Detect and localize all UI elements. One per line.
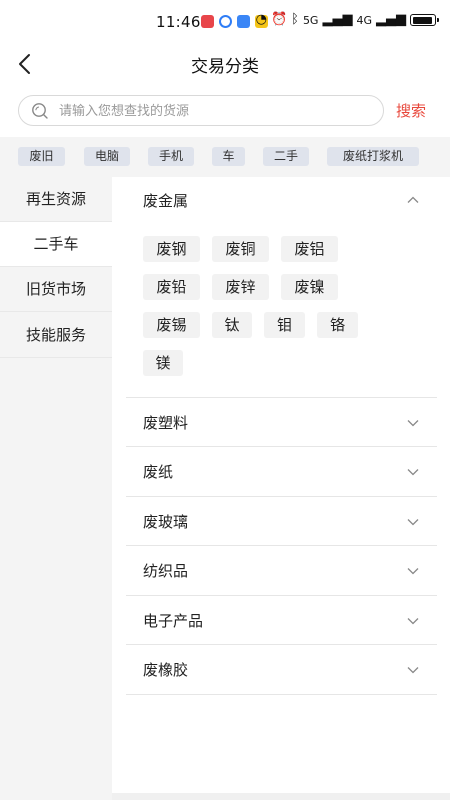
page-title: 交易分类 [191, 57, 259, 77]
status-indicators: ◔ ⏰ ᛒ 5G ▂▄▆ 4G ▂▄▆ [255, 12, 439, 28]
hot-tags-row: 废旧 电脑 手机 车 二手 废纸打浆机 [0, 137, 450, 177]
subcategory-chip[interactable]: 废镍 [281, 274, 338, 300]
divider [126, 446, 437, 447]
signal-icon: ▂▄▆ [376, 12, 406, 27]
search-input[interactable] [59, 101, 359, 121]
chevron-down-icon[interactable] [406, 616, 420, 626]
divider [126, 694, 437, 695]
search-icon [32, 103, 48, 119]
divider [126, 595, 437, 596]
signal-icon: ▂▄▆ [322, 12, 353, 27]
divider [126, 545, 437, 546]
app-notification-icon [237, 15, 250, 28]
category-header-waste-paper[interactable]: 废纸 [143, 461, 173, 482]
hot-tag[interactable]: 车 [212, 147, 245, 166]
network-label-2: 4G [356, 13, 372, 27]
subcategory-chip[interactable]: 铬 [317, 312, 358, 338]
category-header-waste-rubber[interactable]: 废橡胶 [143, 659, 188, 680]
hot-tag[interactable]: 废旧 [18, 147, 65, 166]
subcategory-chip[interactable]: 废钢 [143, 236, 200, 262]
subcategory-chip[interactable]: 镁 [143, 350, 183, 376]
nav-bar: 交易分类 [0, 42, 450, 84]
status-bar: 11:46 ◔ ⏰ ᛒ 5G ▂▄▆ 4G ▂▄▆ [0, 0, 450, 42]
category-header-electronics[interactable]: 电子产品 [143, 610, 203, 631]
search-box[interactable] [18, 95, 384, 126]
chevron-down-icon[interactable] [406, 665, 420, 675]
search-button[interactable]: 搜索 [396, 100, 426, 121]
category-header-scrap-metal[interactable]: 废金属 [143, 190, 188, 211]
hot-tag[interactable]: 电脑 [84, 147, 130, 166]
bluetooth-icon: ᛒ [291, 12, 299, 27]
subcategory-chip[interactable]: 钛 [212, 312, 252, 338]
category-sidebar: 再生资源 二手车 旧货市场 技能服务 [0, 177, 112, 800]
chevron-down-icon[interactable] [406, 517, 420, 527]
speedometer-icon: ◔ [255, 12, 267, 27]
divider [126, 496, 437, 497]
battery-icon [410, 14, 439, 26]
sidebar-item-second-hand-market[interactable]: 旧货市场 [0, 267, 112, 312]
subcategory-chip[interactable]: 废铅 [143, 274, 200, 300]
category-content: 废金属 废钢 废铜 废铝 废铅 废锌 废镍 废锡 钛 钼 铬 镁 废塑料 废纸 … [112, 177, 450, 793]
hot-tag[interactable]: 废纸打浆机 [327, 147, 419, 166]
hot-tag[interactable]: 手机 [148, 147, 194, 166]
subcategory-chip[interactable]: 废铝 [281, 236, 338, 262]
sidebar-item-used-cars[interactable]: 二手车 [0, 222, 112, 267]
subcategory-chip[interactable]: 废锌 [212, 274, 269, 300]
divider [126, 644, 437, 645]
divider [126, 397, 437, 398]
subcategory-chip[interactable]: 钼 [264, 312, 305, 338]
sidebar-item-recycled-resources[interactable]: 再生资源 [0, 177, 112, 222]
app-notification-icon [201, 15, 214, 28]
category-header-waste-glass[interactable]: 废玻璃 [143, 511, 188, 532]
chevron-down-icon[interactable] [406, 566, 420, 576]
subcategory-chip[interactable]: 废锡 [143, 312, 200, 338]
hot-tag[interactable]: 二手 [263, 147, 309, 166]
status-time: 11:46 [156, 13, 201, 31]
bottom-strip [112, 793, 450, 800]
chevron-up-icon[interactable] [406, 195, 420, 205]
category-header-scrap-plastic[interactable]: 废塑料 [143, 412, 188, 433]
alarm-icon: ⏰ [270, 12, 288, 27]
category-header-textiles[interactable]: 纺织品 [143, 560, 188, 581]
network-label: 5G [302, 13, 319, 27]
app-notification-icon [219, 15, 232, 28]
chevron-down-icon[interactable] [406, 467, 420, 477]
sidebar-item-skill-services[interactable]: 技能服务 [0, 313, 112, 358]
chevron-down-icon[interactable] [406, 418, 420, 428]
subcategory-chip[interactable]: 废铜 [212, 236, 269, 262]
